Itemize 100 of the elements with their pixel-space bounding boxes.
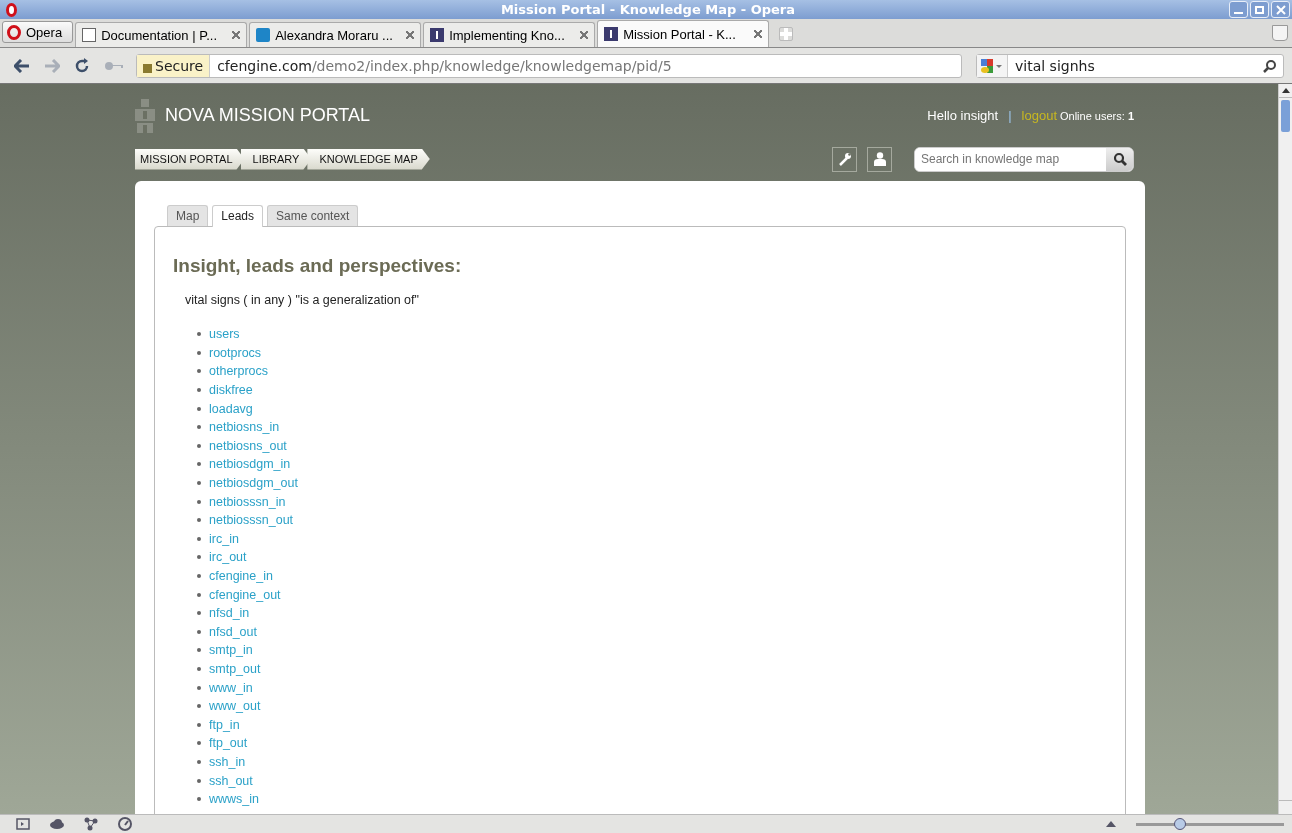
user-button[interactable] [867, 146, 892, 172]
lead-link[interactable]: www_out [209, 699, 261, 714]
tab[interactable]: Leads [212, 205, 264, 227]
browser-tab[interactable]: Documentation | P... [75, 22, 248, 47]
lead-link[interactable]: netbiosns_out [209, 438, 287, 453]
bullet-icon [197, 406, 201, 411]
lead-link[interactable]: smtp_out [209, 662, 261, 676]
lead-link[interactable]: wwws_in [209, 792, 259, 807]
bullet-icon [197, 629, 201, 634]
knowledge-search-field[interactable]: Search in knowledge map [914, 146, 1134, 172]
search-engine-icon[interactable] [977, 54, 1008, 77]
lead-link[interactable]: smtp_in [209, 643, 253, 658]
search-icon [1112, 152, 1127, 166]
lead-link[interactable]: netbiosdgm_in [209, 457, 291, 472]
lead-link[interactable]: rootprocs [209, 345, 262, 360]
bullet-icon [197, 332, 201, 337]
lead-link[interactable]: cfengine_in [209, 569, 273, 583]
search-field[interactable]: vital signhs [976, 53, 1284, 78]
bullet-icon [197, 481, 201, 486]
statement-text: vital signs ( in any ) "is a generalization of" [185, 293, 420, 307]
search-icon[interactable] [1263, 58, 1277, 73]
bullet-icon [197, 574, 201, 578]
opera-logo-icon [6, 2, 17, 17]
bullet-icon [197, 685, 201, 690]
lead-link[interactable]: www_in [209, 680, 253, 695]
back-icon[interactable] [14, 58, 30, 73]
lead-link[interactable]: nfsd_in [209, 606, 250, 621]
bullet-icon [197, 648, 201, 653]
lead-link[interactable]: ftp_out [209, 736, 248, 751]
bullet-icon [197, 536, 201, 541]
lead-link[interactable]: cfengine_out [209, 587, 281, 602]
greeting-text: Hello insight [927, 108, 999, 123]
user-icon [873, 152, 886, 166]
lead-link[interactable]: netbiosssn_out [209, 513, 294, 528]
lead-link[interactable]: irc_out [209, 550, 247, 565]
logout-link[interactable]: logout [1021, 108, 1057, 123]
bullet-icon [197, 350, 201, 355]
browser-tab[interactable]: Mission Portal - K... [597, 20, 770, 47]
bullet-icon [197, 759, 201, 764]
bullet-icon [197, 722, 201, 727]
new-tab-icon[interactable] [779, 27, 794, 41]
breadcrumb-link[interactable]: KNOWLEDGE MAP [307, 148, 430, 170]
maximize-button[interactable] [1250, 1, 1269, 18]
lead-link[interactable]: irc_in [209, 531, 239, 546]
security-badge[interactable]: Secure [137, 54, 211, 77]
close-tab-icon[interactable] [754, 30, 763, 38]
lead-link[interactable]: nfsd_out [209, 624, 257, 639]
address-field[interactable]: Secure cfengine.com/demo2/index.php/knowledge/knowledgemap/pid/5 [136, 53, 962, 78]
leads-heading: Insight, leads and perspectives: [173, 255, 463, 277]
portal-title: NOVA MISSION PORTAL [165, 105, 371, 126]
bullet-icon [197, 425, 201, 430]
separator-text: | [1008, 108, 1012, 123]
window-title: Mission Portal - Knowledge Map - Opera [499, 2, 797, 17]
bullet-icon [197, 369, 201, 374]
bullet-icon [197, 499, 201, 504]
square-icon [256, 28, 271, 42]
minimize-button[interactable] [1229, 1, 1248, 18]
bullet-icon [197, 388, 201, 393]
opera-menu-button[interactable]: Opera [2, 21, 74, 43]
lead-link[interactable]: ftp_in [209, 717, 240, 732]
robot-logo-icon [135, 98, 155, 133]
close-tab-icon[interactable] [232, 31, 241, 39]
close-button[interactable] [1271, 1, 1290, 18]
bullet-icon [197, 462, 201, 467]
wrench-button[interactable] [832, 146, 857, 172]
browser-tab[interactable]: Implementing Kno... [423, 22, 596, 47]
bullet-icon [197, 592, 201, 597]
url-text: cfengine.com/demo2/index.php/knowledge/knowledgemap/pid/5 [216, 57, 672, 74]
lead-link[interactable]: netbiosdgm_out [209, 476, 298, 491]
opera-logo-icon [7, 24, 21, 40]
lead-link[interactable]: loadavg [209, 401, 253, 416]
page-icon [82, 28, 97, 42]
vertical-scrollbar[interactable] [1278, 84, 1292, 814]
close-tab-icon[interactable] [580, 31, 589, 39]
search-text: vital signhs [1014, 57, 1096, 74]
up-arrow-icon[interactable] [1106, 821, 1116, 827]
search-button[interactable] [1106, 147, 1133, 171]
tab[interactable]: Same context [267, 205, 359, 226]
online-users-text: Online users: 1 [1060, 110, 1134, 122]
trash-icon[interactable] [1272, 25, 1288, 41]
bullet-icon [197, 611, 201, 616]
tab[interactable]: Map [167, 205, 209, 226]
lead-link[interactable]: users [209, 327, 240, 342]
bullet-icon [197, 555, 201, 560]
lead-link[interactable]: diskfree [209, 383, 253, 398]
close-icon [1275, 4, 1286, 15]
lead-link[interactable]: ssh_out [209, 773, 253, 788]
bullet-icon [197, 443, 201, 448]
bullet-icon [197, 518, 201, 523]
bullet-icon [197, 741, 201, 746]
reload-icon[interactable] [74, 57, 90, 74]
lead-link[interactable]: otherprocs [209, 364, 269, 379]
bullet-icon [197, 797, 201, 802]
lead-link[interactable]: netbiosns_in [209, 420, 280, 435]
lead-link[interactable]: netbiosssn_in [209, 494, 286, 509]
bullet-icon [197, 778, 201, 783]
lead-link[interactable]: ssh_in [209, 754, 246, 769]
bullet-icon [197, 667, 201, 671]
close-tab-icon[interactable] [406, 31, 415, 39]
browser-tab[interactable]: Alexandra Moraru ... [249, 22, 422, 47]
